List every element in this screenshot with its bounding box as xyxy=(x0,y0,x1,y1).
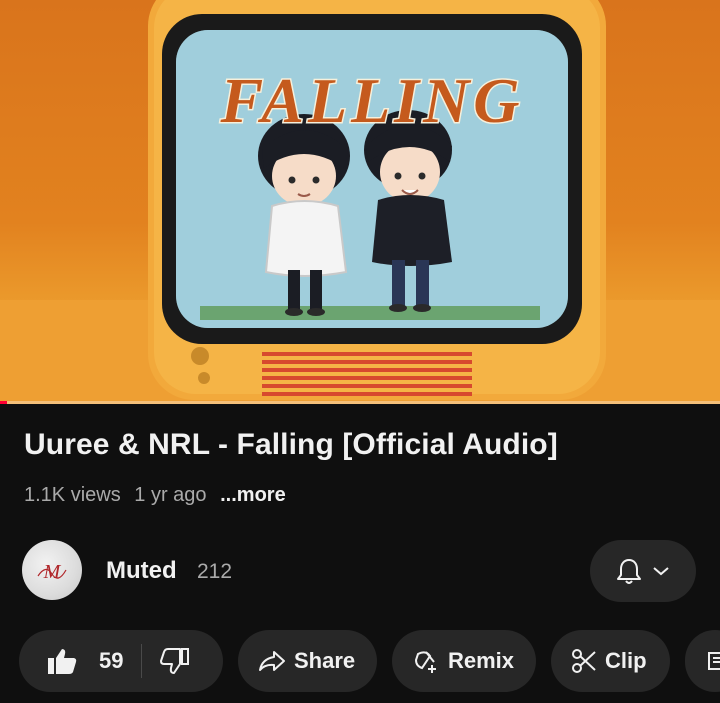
like-divider xyxy=(141,644,143,678)
scissors-icon xyxy=(571,648,597,674)
upload-age: 1 yr ago xyxy=(134,484,207,506)
video-title[interactable]: Uuree & NRL - Falling [Official Audio] xyxy=(24,428,704,462)
save-icon xyxy=(707,649,720,673)
like-dislike-group: 59 xyxy=(19,630,223,692)
channel-name[interactable]: Muted xyxy=(106,557,177,585)
video-thumbnail: FALLING xyxy=(0,0,720,404)
notification-button[interactable] xyxy=(590,540,696,602)
action-bar: 59 Share Remix Clip xyxy=(19,630,720,692)
view-count: 1.1K views xyxy=(24,484,121,506)
video-meta[interactable]: 1.1K views 1 yr ago ...more xyxy=(24,484,294,507)
like-count: 59 xyxy=(99,648,124,673)
avatar-image: M xyxy=(37,561,67,583)
bell-icon xyxy=(616,557,642,585)
chevron-down-icon xyxy=(652,565,670,577)
thumbnail-title: FALLING xyxy=(219,65,523,136)
more-link[interactable]: ...more xyxy=(220,484,286,506)
share-button[interactable]: Share xyxy=(238,630,377,692)
channel-avatar[interactable]: M xyxy=(22,540,82,600)
remix-button[interactable]: Remix xyxy=(392,630,536,692)
subscriber-count: 212 xyxy=(197,560,233,583)
save-button[interactable] xyxy=(685,630,720,692)
channel-row: M Muted 212 xyxy=(22,540,698,602)
video-progress-bar[interactable] xyxy=(0,401,720,404)
video-progress-fill xyxy=(0,401,8,404)
svg-text:M: M xyxy=(43,561,62,583)
remix-icon xyxy=(412,648,440,674)
share-label: Share xyxy=(294,648,356,673)
thumb-down-icon[interactable] xyxy=(160,647,190,675)
thumb-up-icon[interactable] xyxy=(47,647,77,675)
share-arrow-icon xyxy=(258,649,286,673)
video-player[interactable]: FALLING xyxy=(0,0,720,404)
clip-button[interactable]: Clip xyxy=(551,630,670,692)
clip-label: Clip xyxy=(605,648,647,673)
remix-label: Remix xyxy=(448,648,515,673)
